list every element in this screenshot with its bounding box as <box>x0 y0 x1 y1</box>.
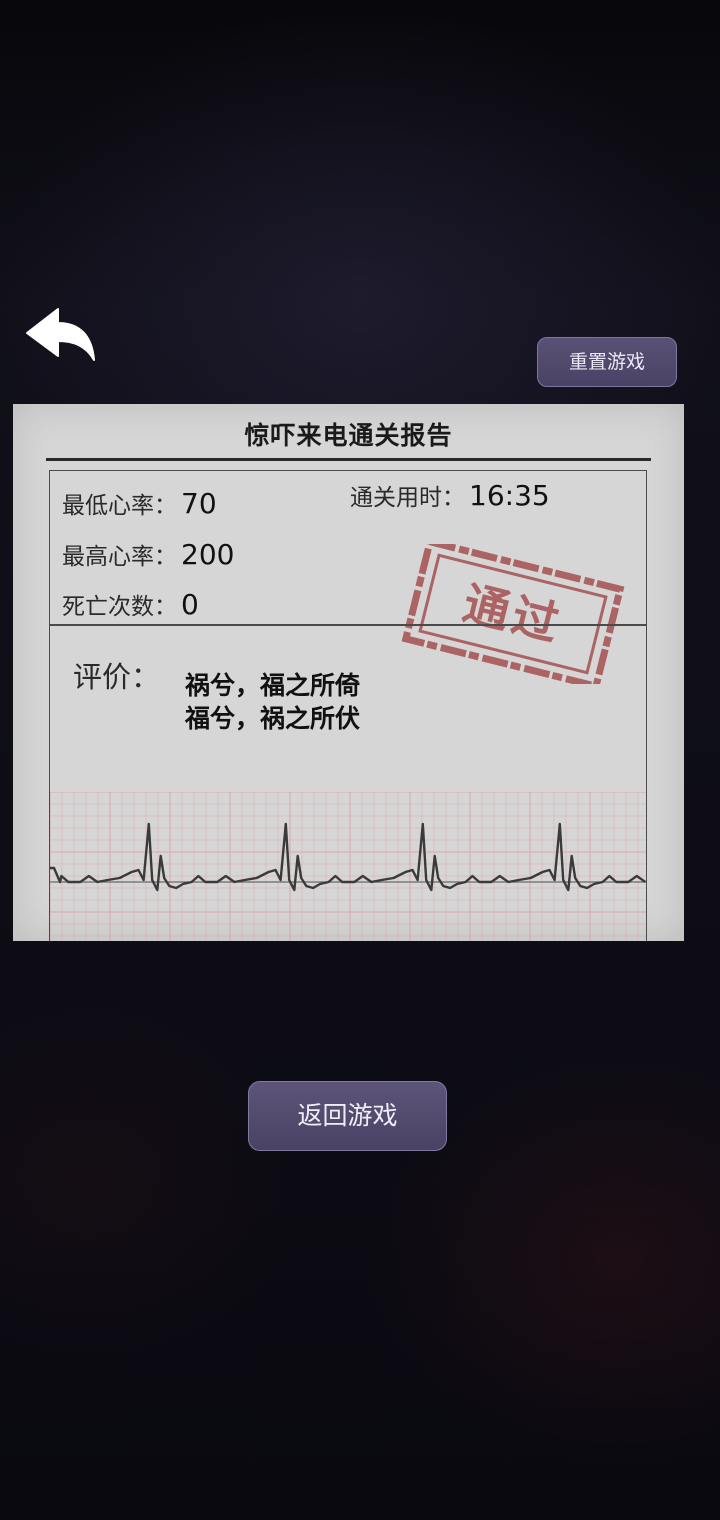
clear-time: 通关用时： 16:35 <box>350 478 550 512</box>
report-card: 惊吓来电通关报告 最低心率： 70 最高心率： 200 死亡次数： 0 通关用时： 16… <box>13 404 684 941</box>
evaluation-line-1: 祸兮，福之所倚 <box>185 671 361 700</box>
death-count: 死亡次数： 0 <box>62 587 199 621</box>
stamp-text: 通过 <box>458 576 568 653</box>
death-count-value: 0 <box>181 588 199 621</box>
clear-time-label: 通关用时： <box>350 485 465 511</box>
min-heart-rate-label: 最低心率： <box>62 493 177 519</box>
back-button[interactable] <box>24 306 100 366</box>
screen: 重置游戏 惊吓来电通关报告 最低心率： 70 最高心率： 200 死亡次数： 0 通关… <box>0 0 720 1520</box>
section-divider <box>49 624 647 626</box>
reset-game-button[interactable]: 重置游戏 <box>537 337 677 387</box>
title-divider <box>46 458 651 461</box>
max-heart-rate: 最高心率： 200 <box>62 537 234 571</box>
max-heart-rate-value: 200 <box>181 538 235 571</box>
evaluation-label: 评价： <box>73 660 161 694</box>
report-title: 惊吓来电通关报告 <box>244 421 453 450</box>
death-count-label: 死亡次数： <box>62 594 177 620</box>
back-arrow-icon <box>26 308 95 361</box>
evaluation-line-2: 福兮，祸之所伏 <box>185 704 361 733</box>
min-heart-rate: 最低心率： 70 <box>62 486 217 520</box>
min-heart-rate-value: 70 <box>181 487 217 520</box>
pass-stamp: 通过 <box>401 544 625 684</box>
max-heart-rate-label: 最高心率： <box>62 544 177 570</box>
ecg-waveform <box>50 822 646 892</box>
return-game-button[interactable]: 返回游戏 <box>248 1081 447 1151</box>
ecg-chart <box>50 792 646 941</box>
clear-time-value: 16:35 <box>469 479 550 512</box>
